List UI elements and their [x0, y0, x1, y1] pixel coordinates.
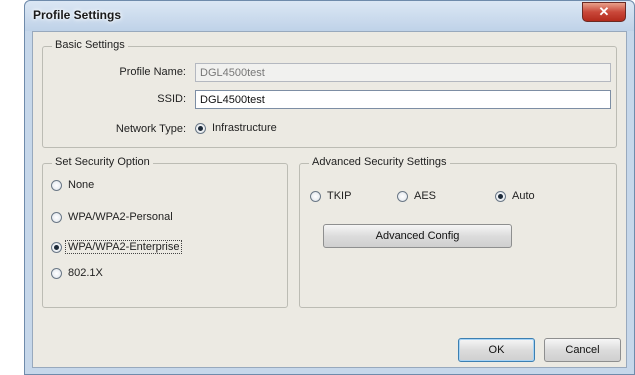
- advanced-option-label: Auto: [512, 190, 535, 202]
- network-type-value: Infrastructure: [212, 122, 277, 134]
- radio-icon: [51, 179, 62, 191]
- profile-name-label: Profile Name:: [119, 66, 186, 78]
- security-radio-none[interactable]: None: [51, 179, 94, 191]
- security-option-label: WPA/WPA2-Enterprise: [65, 240, 183, 254]
- title-bar[interactable]: Profile Settings ✕: [25, 1, 634, 31]
- radio-icon: [310, 190, 321, 202]
- radio-icon: [495, 190, 506, 202]
- basic-settings-group: Basic Settings Profile Name: SSID: Netwo…: [42, 39, 617, 148]
- cancel-label: Cancel: [565, 344, 600, 356]
- advanced-security-legend: Advanced Security Settings: [309, 156, 450, 168]
- close-icon: ✕: [598, 4, 610, 19]
- network-type-label: Network Type:: [115, 123, 186, 135]
- window-title: Profile Settings: [33, 8, 122, 22]
- security-option-label: 802.1X: [68, 267, 103, 279]
- basic-settings-legend: Basic Settings: [52, 39, 128, 51]
- radio-icon: [397, 190, 408, 202]
- security-radio-wpa-enterprise[interactable]: WPA/WPA2-Enterprise: [51, 240, 183, 254]
- security-radio-wpa-personal[interactable]: WPA/WPA2-Personal: [51, 211, 173, 223]
- radio-icon: [51, 267, 62, 279]
- ok-label: OK: [488, 344, 505, 356]
- radio-icon: [51, 211, 62, 223]
- advanced-option-label: AES: [414, 190, 437, 202]
- radio-icon: [51, 241, 62, 253]
- security-radio-8021x[interactable]: 802.1X: [51, 267, 103, 279]
- network-type-infrastructure-radio[interactable]: Infrastructure: [195, 122, 277, 134]
- close-button[interactable]: ✕: [582, 2, 626, 22]
- ssid-label: SSID:: [157, 93, 186, 105]
- profile-name-field[interactable]: [195, 63, 611, 82]
- advanced-radio-aes[interactable]: AES: [397, 190, 436, 202]
- advanced-radio-tkip[interactable]: TKIP: [310, 190, 351, 202]
- advanced-config-label: Advanced Config: [375, 230, 460, 242]
- security-option-label: WPA/WPA2-Personal: [68, 211, 173, 223]
- security-option-group: Set Security Option None WPA/WPA2-Person…: [42, 156, 288, 308]
- advanced-config-button[interactable]: Advanced Config: [323, 224, 512, 248]
- security-option-legend: Set Security Option: [52, 156, 153, 168]
- radio-icon: [195, 122, 206, 134]
- ok-button[interactable]: OK: [458, 338, 535, 362]
- profile-settings-window: Profile Settings ✕ Basic Settings Profil…: [24, 0, 635, 375]
- dialog-body: Basic Settings Profile Name: SSID: Netwo…: [32, 31, 627, 368]
- advanced-security-group: Advanced Security Settings TKIP AES Auto…: [299, 156, 617, 308]
- advanced-option-label: TKIP: [327, 190, 352, 202]
- security-option-label: None: [68, 179, 95, 191]
- ssid-field[interactable]: [195, 90, 611, 109]
- cancel-button[interactable]: Cancel: [544, 338, 621, 362]
- advanced-radio-auto[interactable]: Auto: [495, 190, 535, 202]
